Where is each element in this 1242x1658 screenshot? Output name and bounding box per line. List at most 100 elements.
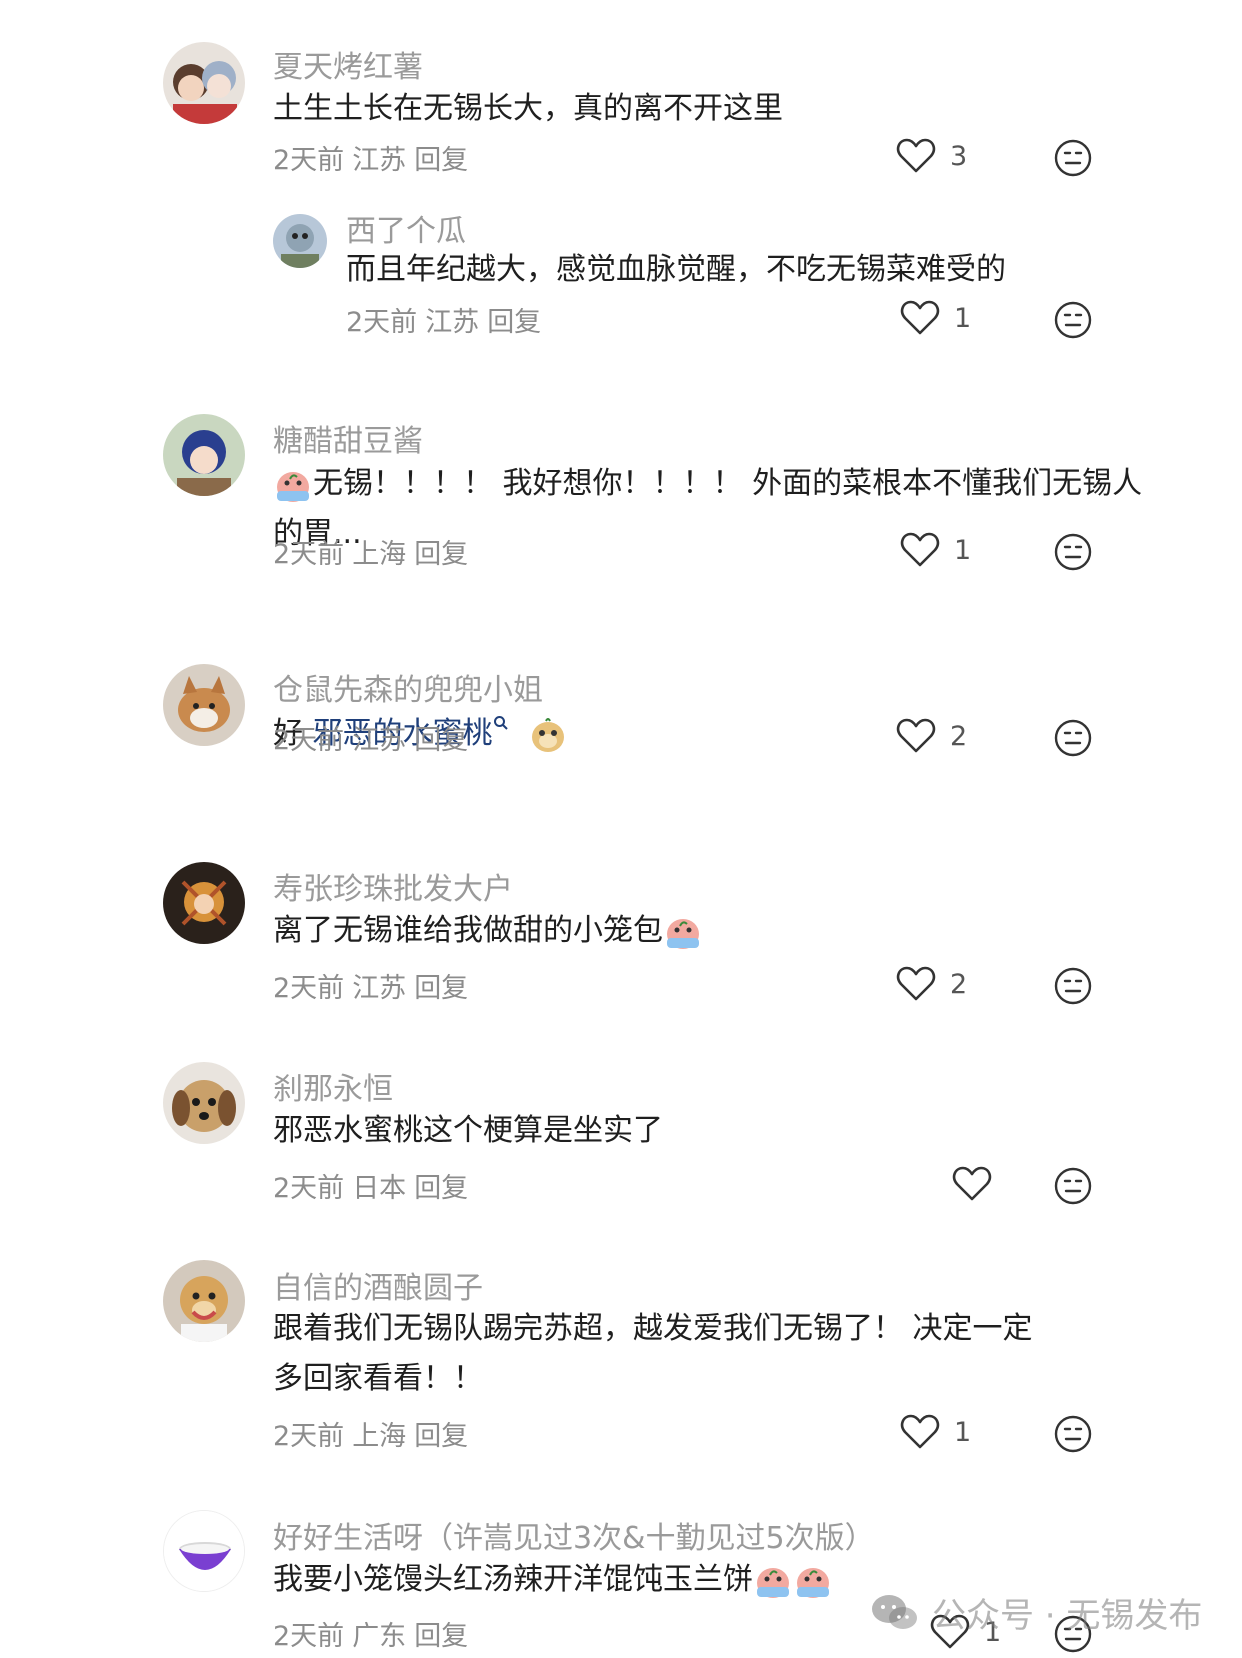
comment-text-line: 多回家看看！！ bbox=[273, 1361, 483, 1396]
comment-meta: 2天前 上海 回复 bbox=[273, 532, 476, 571]
timestamp: 2天前 bbox=[273, 1173, 345, 1204]
dislike-button[interactable] bbox=[1053, 532, 1093, 576]
like-button[interactable]: 2 bbox=[896, 966, 967, 1002]
like-count: 2 bbox=[950, 968, 968, 1000]
neutral-face-icon bbox=[1054, 139, 1092, 177]
reply-button[interactable]: 回复 bbox=[414, 145, 468, 176]
location: 上海 bbox=[352, 1421, 407, 1452]
comment-meta: 2天前 广东 回复 bbox=[273, 1614, 476, 1653]
crying-emoji-icon bbox=[277, 471, 309, 502]
neutral-face-icon bbox=[1054, 967, 1092, 1005]
like-count: 2 bbox=[950, 720, 968, 752]
meerkat-emoji-icon bbox=[532, 717, 565, 752]
neutral-face-icon bbox=[1054, 1167, 1092, 1205]
like-count: 1 bbox=[954, 1416, 972, 1448]
search-icon[interactable] bbox=[493, 715, 509, 731]
avatar[interactable] bbox=[163, 1062, 245, 1144]
location: 上海 bbox=[352, 539, 407, 570]
like-button[interactable]: 3 bbox=[896, 138, 967, 174]
comment-text: 土生土长在无锡长大，真的离不开这里 bbox=[273, 91, 783, 126]
comment-text-line: 离了无锡谁给我做甜的小笼包 bbox=[273, 913, 663, 948]
wechat-icon bbox=[872, 1594, 917, 1629]
avatar[interactable] bbox=[273, 214, 327, 268]
heart-outline-icon bbox=[896, 718, 936, 753]
like-button[interactable] bbox=[952, 1166, 1006, 1202]
dislike-button[interactable] bbox=[1053, 300, 1093, 344]
heart-outline-icon bbox=[900, 532, 940, 567]
timestamp: 2天前 bbox=[273, 1421, 345, 1452]
username[interactable]: 西了个瓜 bbox=[346, 206, 466, 250]
timestamp: 2天前 bbox=[273, 145, 345, 176]
like-button[interactable]: 1 bbox=[900, 300, 971, 336]
location: 江苏 bbox=[352, 145, 407, 176]
reply-button[interactable]: 回复 bbox=[414, 1173, 468, 1204]
comment-text: 而且年纪越大，感觉血脉觉醒，不吃无锡菜难受的 bbox=[346, 252, 1006, 287]
location: 江苏 bbox=[352, 973, 407, 1004]
like-button[interactable]: 1 bbox=[900, 532, 971, 568]
timestamp: 2天前 bbox=[273, 539, 345, 570]
comment-text-line: 跟着我们无锡队踢完苏超，越发爱我们无锡了！ 决定一定 bbox=[273, 1311, 1033, 1346]
like-button[interactable]: 2 bbox=[896, 718, 967, 754]
crying-emoji-icon bbox=[757, 1567, 789, 1598]
like-count: 1 bbox=[954, 302, 972, 334]
reply-button[interactable]: 回复 bbox=[414, 725, 468, 756]
reply-button[interactable]: 回复 bbox=[414, 1421, 468, 1452]
comment-meta: 2天前 日本 回复 bbox=[273, 1166, 476, 1205]
reply-button[interactable]: 回复 bbox=[414, 539, 468, 570]
watermark-text: 公众号 · 无锡发布 bbox=[932, 1596, 1203, 1636]
dislike-button[interactable] bbox=[1053, 966, 1093, 1010]
reply-button[interactable]: 回复 bbox=[414, 973, 468, 1004]
avatar[interactable] bbox=[163, 862, 245, 944]
avatar[interactable] bbox=[163, 664, 245, 746]
neutral-face-icon bbox=[1054, 1415, 1092, 1453]
username[interactable]: 仓鼠先森的兜兜小姐 bbox=[273, 665, 543, 709]
comment-text: 离了无锡谁给我做甜的小笼包 bbox=[273, 906, 1093, 956]
timestamp: 2天前 bbox=[273, 1621, 345, 1652]
comment-text: 邪恶水蜜桃这个梗算是坐实了 bbox=[273, 1113, 663, 1148]
comment-text-line: 无锡！！！！ 我好想你！！！！ 外面的菜根本不懂我们无锡人 bbox=[313, 466, 1143, 501]
heart-outline-icon bbox=[896, 138, 936, 173]
comment-meta: 2天前 江苏 回复 bbox=[273, 966, 476, 1005]
comment-text: 跟着我们无锡队踢完苏超，越发爱我们无锡了！ 决定一定 多回家看看！！ bbox=[273, 1304, 1093, 1404]
username[interactable]: 夏天烤红薯 bbox=[273, 42, 423, 86]
comment-meta: 2天前 上海 回复 bbox=[273, 1414, 476, 1453]
comment-meta: 2天前 江苏 回复 bbox=[346, 300, 549, 339]
heart-outline-icon bbox=[900, 300, 940, 335]
location: 广东 bbox=[352, 1621, 407, 1652]
timestamp: 2天前 bbox=[273, 973, 345, 1004]
timestamp: 2天前 bbox=[346, 307, 418, 338]
username[interactable]: 糖醋甜豆酱 bbox=[273, 416, 423, 460]
dislike-button[interactable] bbox=[1053, 718, 1093, 762]
location: 江苏 bbox=[352, 725, 407, 756]
username[interactable]: 好好生活呀（许嵩见过3次&十勤见过5次版） bbox=[273, 1513, 875, 1557]
username[interactable]: 刹那永恒 bbox=[273, 1064, 393, 1108]
avatar[interactable] bbox=[163, 414, 245, 496]
location: 江苏 bbox=[425, 307, 480, 338]
avatar[interactable] bbox=[163, 1260, 245, 1342]
avatar[interactable] bbox=[163, 42, 245, 124]
heart-outline-icon bbox=[900, 1414, 940, 1449]
heart-outline-icon bbox=[952, 1166, 992, 1201]
neutral-face-icon bbox=[1054, 719, 1092, 757]
like-count: 3 bbox=[950, 140, 968, 172]
crying-emoji-icon bbox=[797, 1567, 829, 1598]
dislike-button[interactable] bbox=[1053, 138, 1093, 182]
neutral-face-icon bbox=[1054, 533, 1092, 571]
reply-button[interactable]: 回复 bbox=[414, 1621, 468, 1652]
avatar[interactable] bbox=[163, 1510, 245, 1592]
comment-meta: 2天前 江苏 回复 bbox=[273, 718, 476, 757]
neutral-face-icon bbox=[1054, 301, 1092, 339]
comment-meta: 2天前 江苏 回复 bbox=[273, 138, 476, 177]
username[interactable]: 自信的酒酿圆子 bbox=[273, 1263, 483, 1307]
dislike-button[interactable] bbox=[1053, 1166, 1093, 1210]
watermark: 公众号 · 无锡发布 bbox=[870, 1588, 1202, 1637]
crying-emoji-icon bbox=[667, 918, 699, 949]
dislike-button[interactable] bbox=[1053, 1414, 1093, 1458]
like-button[interactable]: 1 bbox=[900, 1414, 971, 1450]
heart-outline-icon bbox=[896, 966, 936, 1001]
location: 日本 bbox=[352, 1173, 407, 1204]
like-count: 1 bbox=[954, 534, 972, 566]
reply-button[interactable]: 回复 bbox=[487, 307, 541, 338]
username[interactable]: 寿张珍珠批发大户 bbox=[273, 864, 513, 908]
comment-text-line: 我要小笼馒头红汤辣开洋馄饨玉兰饼 bbox=[273, 1562, 753, 1597]
